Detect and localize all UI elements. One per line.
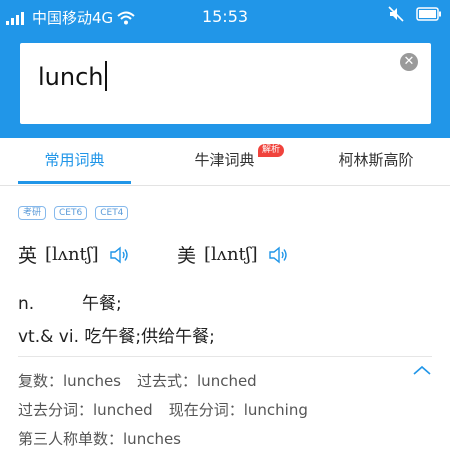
word-forms-row-3: 第三人称单数：lunches — [18, 428, 181, 449]
definition-text: 吃午餐;供给午餐; — [84, 327, 215, 347]
uk-ipa: [lʌntʃ] — [45, 244, 99, 265]
active-tab-indicator — [18, 181, 131, 184]
plural-value: lunches — [63, 372, 121, 390]
clock: 15:53 — [201, 7, 249, 26]
tab-badge: 解析 — [258, 144, 285, 157]
tag-cet4: CET4 — [95, 206, 129, 220]
tag-cet6: CET6 — [54, 206, 88, 220]
part-of-speech: vt.& vi. — [18, 327, 79, 347]
us-pronunciation: 美 [lʌntʃ] — [177, 241, 290, 268]
text-caret — [104, 61, 107, 91]
third-person-value: lunches — [123, 430, 181, 448]
part-of-speech: n. — [18, 294, 35, 314]
past-participle-value: lunched — [93, 401, 153, 419]
tag-kaoyan: 考研 — [18, 206, 47, 220]
present-participle-value: lunching — [243, 401, 308, 419]
past-label: 过去式： — [137, 372, 198, 390]
definition-noun: n. 午餐; — [18, 289, 122, 314]
battery-icon — [416, 7, 441, 21]
header: 中国移动4G 15:53 lunch ✕ — [0, 0, 450, 138]
chevron-up-icon[interactable] — [412, 364, 432, 376]
dictionary-tabs: 常用词典 牛津词典 柯林斯高阶 — [0, 138, 450, 186]
uk-speaker-icon[interactable] — [109, 244, 131, 266]
clear-circle-icon[interactable]: ✕ — [400, 53, 418, 71]
search-box[interactable]: lunch ✕ — [20, 43, 431, 124]
status-right — [388, 6, 442, 22]
tab-common-dictionary[interactable]: 常用词典 — [18, 138, 131, 186]
past-participle-label: 过去分词： — [18, 401, 94, 419]
uk-pronunciation: 英 [lʌntʃ] — [18, 241, 131, 268]
search-input[interactable]: lunch — [38, 51, 107, 103]
definition-verb: vt.& vi. 吃午餐;供给午餐; — [18, 322, 215, 347]
present-participle-label: 现在分词： — [168, 401, 244, 419]
us-label: 美 — [177, 245, 197, 267]
divider — [18, 356, 432, 357]
exam-tags: 考研 CET6 CET4 — [18, 206, 129, 220]
third-person-label: 第三人称单数： — [18, 430, 124, 448]
us-speaker-icon[interactable] — [268, 244, 290, 266]
status-bar: 中国移动4G 15:53 — [0, 0, 450, 33]
word-forms-row-2: 过去分词：lunched 现在分词：lunching — [18, 399, 308, 420]
uk-label: 英 — [18, 245, 38, 267]
definition-text: 午餐; — [82, 294, 122, 314]
word-forms-row-1: 复数：lunches 过去式：lunched — [18, 370, 257, 391]
past-value: lunched — [197, 372, 257, 390]
tab-collins-dictionary[interactable]: 柯林斯高阶 — [316, 138, 436, 186]
plural-label: 复数： — [18, 372, 64, 390]
mute-icon — [388, 6, 404, 22]
us-ipa: [lʌntʃ] — [204, 244, 258, 265]
